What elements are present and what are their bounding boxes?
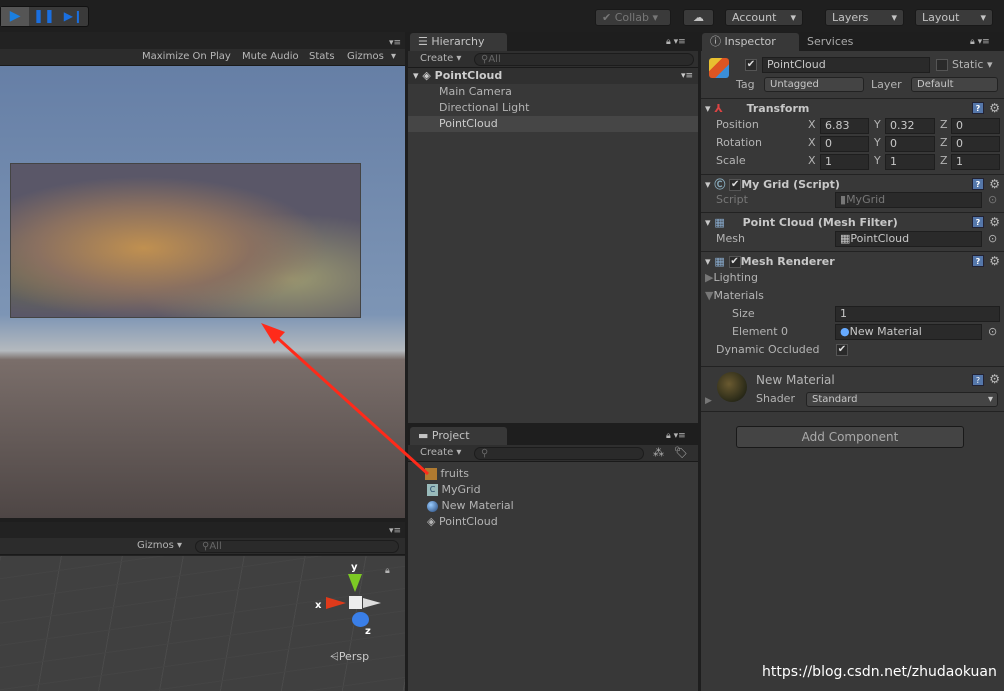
arrow-line xyxy=(270,331,430,476)
annotation-arrow xyxy=(261,323,430,476)
watermark: https://blog.csdn.net/zhudaokuan xyxy=(762,664,997,680)
